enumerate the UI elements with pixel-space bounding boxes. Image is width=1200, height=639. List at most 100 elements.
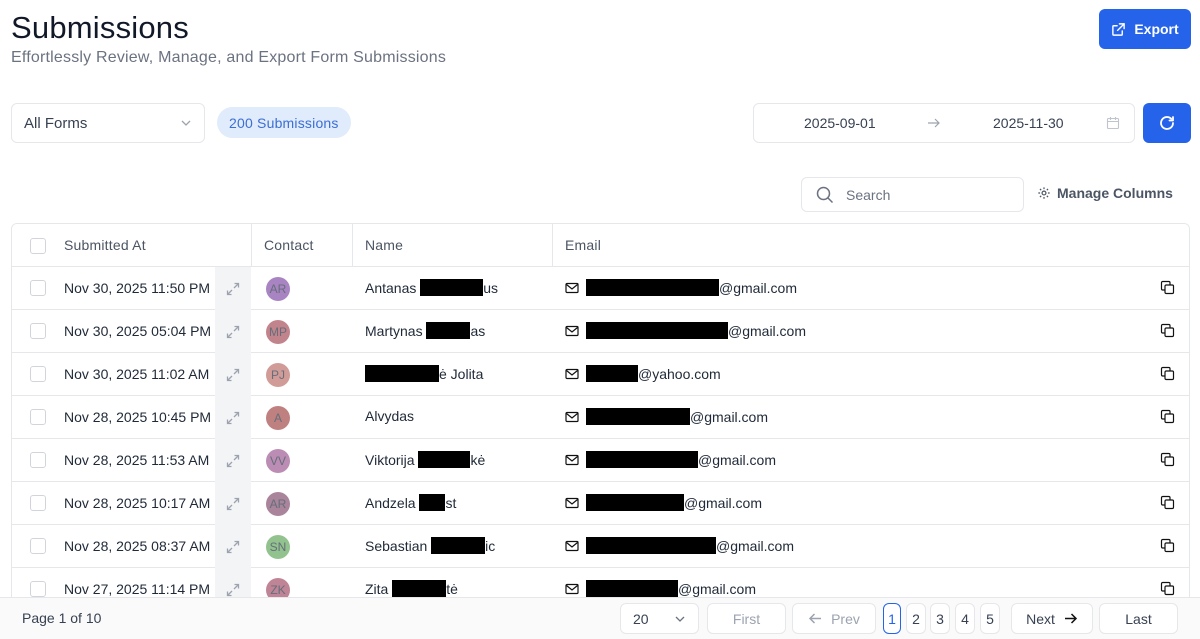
row-checkbox[interactable] <box>30 538 46 554</box>
row-checkbox[interactable] <box>30 280 46 296</box>
avatar-initials: AR <box>269 497 287 511</box>
table-row[interactable]: Nov 28, 2025 10:45 PM A Alvydas @gmail.c… <box>12 396 1189 439</box>
copy-icon[interactable] <box>1160 280 1175 295</box>
prev-page-button[interactable]: Prev <box>792 603 876 634</box>
export-button[interactable]: Export <box>1099 9 1191 49</box>
submitted-at: Nov 30, 2025 11:02 AM <box>64 366 210 382</box>
page-button-1[interactable]: 1 <box>883 603 901 634</box>
mail-icon <box>565 282 579 294</box>
date-to[interactable]: 2025-11-30 <box>993 115 1064 131</box>
mail-icon <box>565 368 579 380</box>
expand-row-button[interactable] <box>215 310 251 353</box>
last-label: Last <box>1125 610 1152 627</box>
expand-icon <box>226 325 240 338</box>
copy-icon[interactable] <box>1160 366 1175 381</box>
expand-row-button[interactable] <box>215 439 251 482</box>
submitted-at: Nov 27, 2025 11:14 PM <box>64 581 211 597</box>
table-row[interactable]: Nov 28, 2025 11:53 AM VV Viktorija kė @g… <box>12 439 1189 482</box>
select-all-checkbox[interactable] <box>30 238 46 254</box>
avatar: MP <box>266 320 290 344</box>
page-size-select[interactable]: 20 <box>620 603 699 634</box>
search-box[interactable] <box>801 177 1024 212</box>
row-checkbox[interactable] <box>30 452 46 468</box>
email-address: @gmail.com <box>586 580 756 597</box>
date-range-picker[interactable]: 2025-09-01 2025-11-30 <box>753 103 1135 143</box>
name-text: tė <box>446 581 458 597</box>
avatar: A <box>266 406 290 430</box>
chevron-down-icon <box>675 616 685 622</box>
avatar-initials: MP <box>269 325 287 339</box>
row-checkbox[interactable] <box>30 495 46 511</box>
row-checkbox[interactable] <box>30 581 46 597</box>
mail-icon <box>565 497 579 509</box>
expand-icon <box>226 497 240 510</box>
email-address: @gmail.com <box>586 451 776 468</box>
copy-icon[interactable] <box>1160 495 1175 510</box>
prev-label: Prev <box>831 610 860 627</box>
table-row[interactable]: Nov 27, 2025 11:14 PM ZK Zita tė @gmail.… <box>12 568 1189 597</box>
column-header-email[interactable]: Email <box>565 237 601 253</box>
name-text: Zita <box>365 581 393 597</box>
redaction-block <box>586 580 678 597</box>
redaction-block <box>420 279 484 296</box>
form-select[interactable]: All Forms <box>11 103 205 143</box>
avatar-initials: AR <box>269 282 287 296</box>
next-page-button[interactable]: Next <box>1011 603 1093 634</box>
copy-icon[interactable] <box>1160 409 1175 424</box>
next-label: Next <box>1026 610 1055 627</box>
date-from[interactable]: 2025-09-01 <box>804 115 876 131</box>
page-number: 3 <box>936 610 944 627</box>
column-header-name[interactable]: Name <box>365 237 403 253</box>
manage-columns-button[interactable]: Manage Columns <box>1037 185 1173 201</box>
row-checkbox[interactable] <box>30 366 46 382</box>
expand-row-button[interactable] <box>215 482 251 525</box>
table-row[interactable]: Nov 28, 2025 08:37 AM SN Sebastian ic @g… <box>12 525 1189 568</box>
page-button-2[interactable]: 2 <box>906 603 926 634</box>
expand-icon <box>226 282 240 295</box>
row-checkbox[interactable] <box>30 409 46 425</box>
avatar: ZK <box>266 578 290 597</box>
table-row[interactable]: Nov 28, 2025 10:17 AM AR Andzela st @gma… <box>12 482 1189 525</box>
submitted-at: Nov 28, 2025 10:17 AM <box>64 495 211 511</box>
redaction-block <box>365 365 439 382</box>
copy-icon[interactable] <box>1160 452 1175 467</box>
expand-row-button[interactable] <box>215 568 251 597</box>
page-button-5[interactable]: 5 <box>980 603 1000 634</box>
expand-row-button[interactable] <box>215 396 251 439</box>
contact-name: Viktorija kė <box>365 451 485 468</box>
page-number: 2 <box>912 610 920 627</box>
expand-row-button[interactable] <box>215 267 251 310</box>
expand-icon <box>226 583 240 596</box>
copy-icon[interactable] <box>1160 581 1175 596</box>
row-checkbox[interactable] <box>30 323 46 339</box>
name-text: Sebastian <box>365 538 432 554</box>
column-header-contact[interactable]: Contact <box>264 237 314 253</box>
chevron-down-icon <box>181 120 191 126</box>
redaction-block <box>586 451 698 468</box>
copy-icon[interactable] <box>1160 538 1175 553</box>
first-page-button[interactable]: First <box>707 603 786 634</box>
expand-row-button[interactable] <box>215 353 251 396</box>
copy-icon[interactable] <box>1160 323 1175 338</box>
expand-row-button[interactable] <box>215 525 251 568</box>
export-icon <box>1112 22 1126 36</box>
table-header: Submitted At Contact Name Email <box>12 224 1189 267</box>
email-domain: @gmail.com <box>716 538 795 554</box>
avatar-initials: SN <box>269 540 287 554</box>
search-input[interactable] <box>846 186 996 203</box>
table-row[interactable]: Nov 30, 2025 11:50 PM AR Antanas us @gma… <box>12 267 1189 310</box>
page-button-3[interactable]: 3 <box>930 603 950 634</box>
avatar: SN <box>266 535 290 559</box>
table-row[interactable]: Nov 30, 2025 05:04 PM MP Martynas as @gm… <box>12 310 1189 353</box>
table-row[interactable]: Nov 30, 2025 11:02 AM PJ ė Jolita @yahoo… <box>12 353 1189 396</box>
email-domain: @gmail.com <box>690 409 769 425</box>
contact-name: Martynas as <box>365 322 485 339</box>
avatar-initials: VV <box>269 454 286 468</box>
email-address: @gmail.com <box>586 494 762 511</box>
refresh-button[interactable] <box>1143 103 1191 143</box>
last-page-button[interactable]: Last <box>1099 603 1178 634</box>
page-button-4[interactable]: 4 <box>955 603 975 634</box>
arrow-left-icon <box>809 613 822 624</box>
column-header-submitted-at[interactable]: Submitted At <box>64 237 146 253</box>
name-text: ė Jolita <box>439 366 484 382</box>
